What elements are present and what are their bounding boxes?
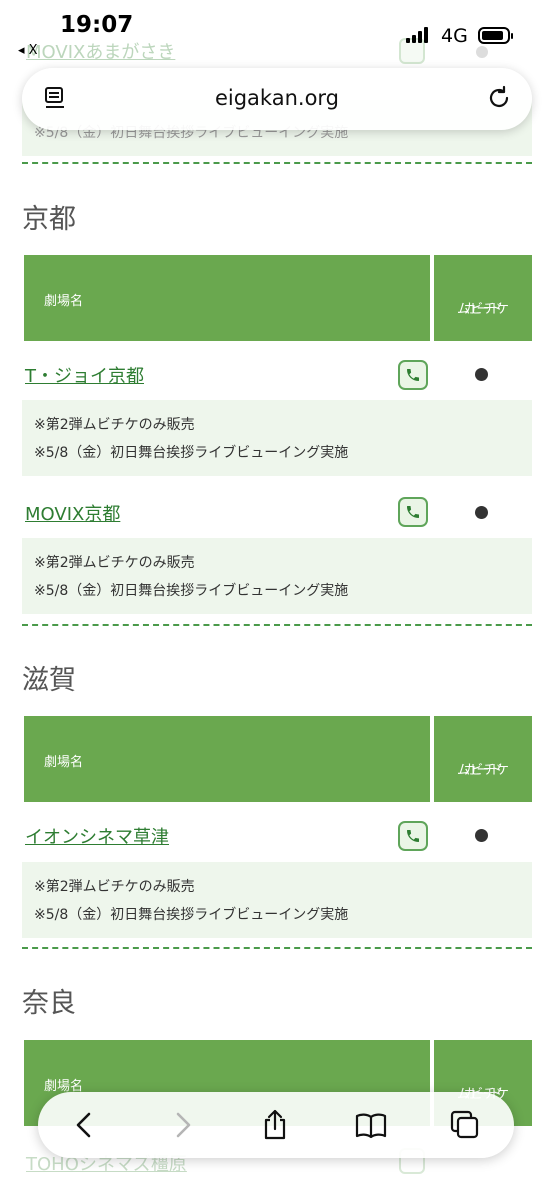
region-title-nara: 奈良 [22, 988, 76, 1019]
url-text[interactable]: eigakan.org [22, 86, 532, 110]
card-available-dot [475, 506, 488, 519]
section-divider [22, 624, 532, 626]
tabs-icon[interactable] [448, 1108, 482, 1142]
section-divider [22, 162, 532, 164]
theater-link-movix-kyoto[interactable]: MOVIX京都 [25, 500, 120, 526]
back-icon[interactable] [68, 1108, 102, 1142]
note-line: ※第2弾ムビチケのみ販売 [34, 417, 195, 433]
network-type: 4G [441, 25, 468, 47]
region-title-kyoto: 京都 [22, 204, 76, 235]
note-line: ※第2弾ムビチケのみ販売 [34, 555, 195, 571]
back-to-app-button[interactable]: ◂ X [18, 43, 38, 58]
region-title-shiga: 滋賀 [22, 665, 76, 696]
phone-icon[interactable] [398, 360, 428, 390]
bookmarks-icon[interactable] [354, 1108, 388, 1142]
phone-icon[interactable] [398, 497, 428, 527]
theater-note: ※第2弾ムビチケのみ販売 ※5/8（金）初日舞台挨拶ライブビューイング実施 [22, 862, 532, 938]
table-header: 劇場名 ムビチケカード [24, 716, 532, 802]
card-column-header: ムビチケカード [434, 255, 532, 341]
battery-icon [478, 27, 513, 44]
section-divider [22, 947, 532, 949]
card-available-dot [475, 829, 488, 842]
note-line: ※5/8（金）初日舞台挨拶ライブビューイング実施 [34, 583, 349, 599]
browser-toolbar [38, 1092, 514, 1158]
note-line: ※5/8（金）初日舞台挨拶ライブビューイング実施 [34, 445, 349, 461]
address-bar[interactable]: eigakan.org [22, 68, 532, 130]
reload-icon[interactable] [486, 84, 512, 112]
status-bar: 19:07 ◂ X 4G [0, 0, 554, 60]
card-column-header: ムビチケカード [434, 716, 532, 802]
theater-link-tjoy-kyoto[interactable]: T・ジョイ京都 [25, 362, 144, 388]
table-header: 劇場名 ムビチケカード [24, 255, 532, 341]
forward-icon[interactable] [165, 1108, 199, 1142]
share-icon[interactable] [258, 1108, 292, 1142]
theater-link-aeon-kusatsu[interactable]: イオンシネマ草津 [25, 823, 169, 849]
note-line: ※5/8（金）初日舞台挨拶ライブビューイング実施 [34, 907, 349, 923]
card-available-dot [475, 368, 488, 381]
note-line: ※第2弾ムビチケのみ販売 [34, 879, 195, 895]
theater-name-column-header: 劇場名 [24, 255, 430, 341]
signal-icon [406, 27, 428, 43]
theater-note: ※第2弾ムビチケのみ販売 ※5/8（金）初日舞台挨拶ライブビューイング実施 [22, 538, 532, 614]
phone-icon[interactable] [398, 821, 428, 851]
theater-name-column-header: 劇場名 [24, 716, 430, 802]
status-time: 19:07 [60, 12, 134, 38]
theater-note: ※第2弾ムビチケのみ販売 ※5/8（金）初日舞台挨拶ライブビューイング実施 [22, 400, 532, 476]
